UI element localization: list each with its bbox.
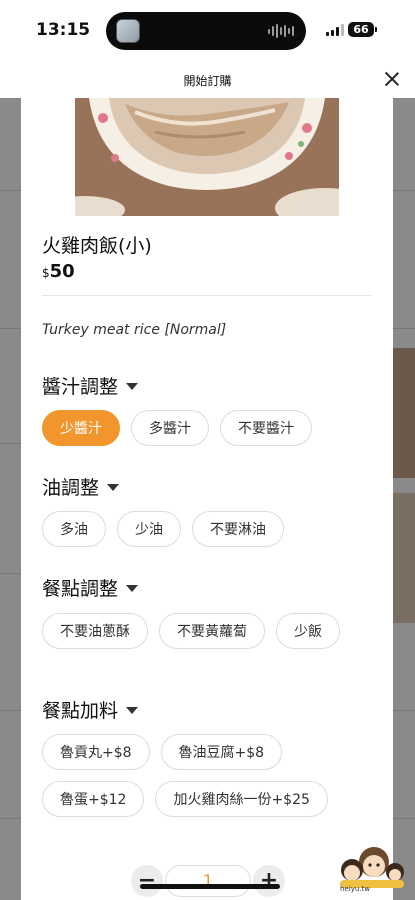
option-chip[interactable]: 不要黃蘿蔔 xyxy=(159,613,265,649)
item-photo xyxy=(75,98,339,216)
option-chip[interactable]: 不要油蔥酥 xyxy=(42,613,148,649)
option-chip[interactable]: 加火雞肉絲一份+$25 xyxy=(155,781,328,817)
item-description: Turkey meat rice [Normal] xyxy=(42,322,227,338)
section-title-meal[interactable]: 餐點調整 xyxy=(42,574,139,601)
order-sheet: 火雞肉飯(小) $50 Turkey meat rice [Normal] 醬汁… xyxy=(21,98,393,900)
section-title-sauce[interactable]: 醬汁調整 xyxy=(42,372,139,399)
battery-tip-icon xyxy=(375,27,377,32)
caret-down-icon xyxy=(107,484,120,491)
option-chip[interactable]: 魯蛋+$12 xyxy=(42,781,145,817)
option-chip[interactable]: 多油 xyxy=(42,511,106,547)
option-chip-selected[interactable]: 少醬汁 xyxy=(42,410,120,446)
quantity-field[interactable]: 1 xyxy=(165,865,251,897)
item-price: $50 xyxy=(42,261,75,282)
status-time: 13:15 xyxy=(36,20,91,40)
section-title-label: 餐點調整 xyxy=(42,578,119,600)
section-title-addons[interactable]: 餐點加料 xyxy=(42,696,139,723)
section-title-oil[interactable]: 油調整 xyxy=(42,473,120,500)
option-chip[interactable]: 不要淋油 xyxy=(192,511,284,547)
background-thumbnail xyxy=(393,493,415,623)
price-value: 50 xyxy=(49,261,75,282)
decrement-button[interactable]: − xyxy=(131,865,163,897)
audio-wave-icon xyxy=(268,24,294,38)
option-chip[interactable]: 少油 xyxy=(117,511,181,547)
section-title-label: 油調整 xyxy=(42,477,100,499)
watermark-text: heiyu.tw xyxy=(340,885,370,893)
option-chip[interactable]: 不要醬汁 xyxy=(220,410,312,446)
addon-options-row-2: 魯蛋+$12 加火雞肉絲一份+$25 xyxy=(42,781,328,817)
caret-down-icon xyxy=(126,383,139,390)
signal-icon xyxy=(326,24,344,36)
option-chip[interactable]: 多醬汁 xyxy=(131,410,209,446)
home-indicator xyxy=(140,884,280,889)
modal-title: 開始訂購 xyxy=(183,74,232,88)
option-chip[interactable]: 魯油豆腐+$8 xyxy=(160,734,283,770)
sauce-options: 少醬汁 多醬汁 不要醬汁 xyxy=(42,410,312,446)
dynamic-island xyxy=(106,12,306,50)
background-thumbnail xyxy=(393,348,415,478)
section-title-label: 醬汁調整 xyxy=(42,376,119,398)
caret-down-icon xyxy=(126,585,139,592)
option-chip[interactable]: 魯貢丸+$8 xyxy=(42,734,150,770)
addon-options-row-1: 魯貢丸+$8 魯油豆腐+$8 xyxy=(42,734,283,770)
price-currency: $ xyxy=(42,266,50,280)
oil-options: 多油 少油 不要淋油 xyxy=(42,511,284,547)
meal-options: 不要油蔥酥 不要黃蘿蔔 少飯 xyxy=(42,613,340,649)
battery-icon: 66 xyxy=(348,22,374,37)
quantity-stepper: − 1 + xyxy=(131,865,291,897)
divider xyxy=(42,295,372,296)
section-title-label: 餐點加料 xyxy=(42,700,119,722)
now-playing-thumbnail xyxy=(116,19,140,43)
status-bar: 13:15 66 xyxy=(0,0,415,60)
item-name: 火雞肉飯(小) xyxy=(42,235,152,257)
increment-button[interactable]: + xyxy=(253,865,285,897)
option-chip[interactable]: 少飯 xyxy=(276,613,340,649)
modal-header: 開始訂購 xyxy=(0,60,415,98)
caret-down-icon xyxy=(126,707,139,714)
close-icon[interactable] xyxy=(383,70,401,88)
